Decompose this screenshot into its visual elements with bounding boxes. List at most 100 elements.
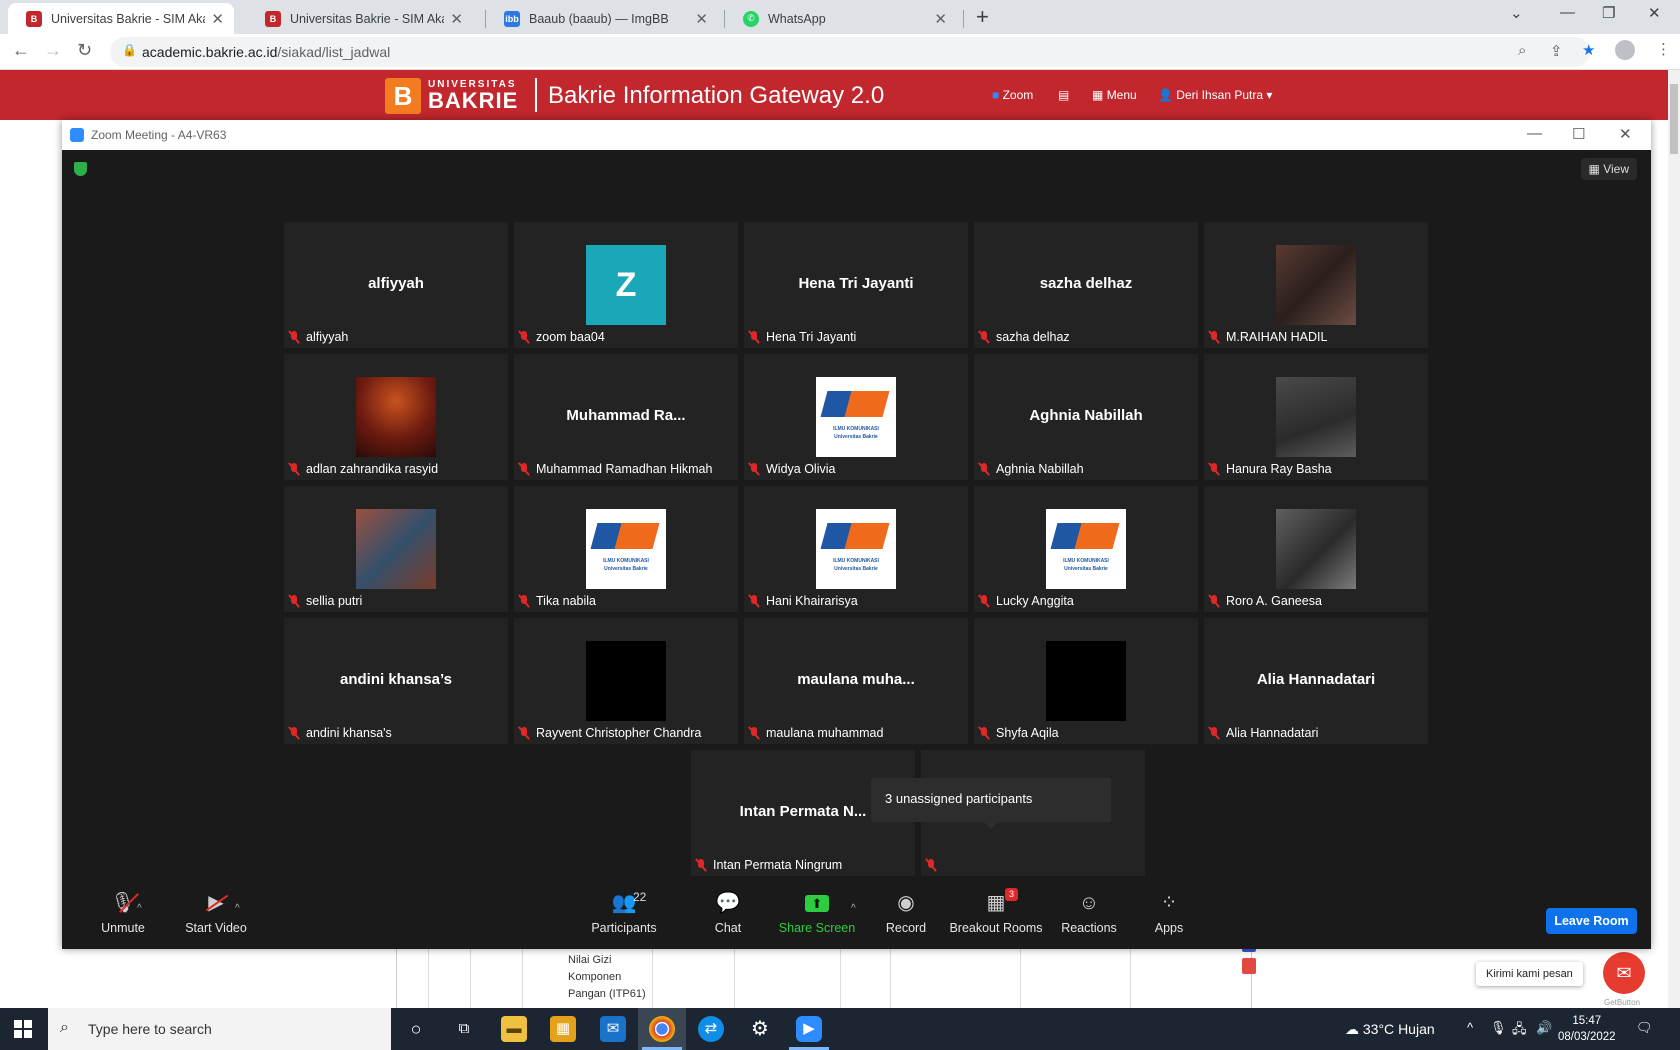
security-shield-icon[interactable] (74, 162, 87, 176)
chat-prompt-label[interactable]: Kirimi kami pesan (1476, 962, 1583, 986)
participant-tile[interactable]: Hanura Ray Basha (1204, 354, 1428, 480)
unmute-button[interactable]: 🎙 Unmute (78, 890, 168, 935)
system-clock[interactable]: 15:47 08/03/2022 (1558, 1013, 1616, 1045)
table-divider (1020, 948, 1021, 1008)
participant-tile[interactable]: alfiyyah alfiyyah (284, 222, 508, 348)
chat-button[interactable]: 💬 Chat (683, 890, 773, 935)
settings-gear-icon[interactable]: ⚙ (747, 1016, 773, 1042)
participant-tile[interactable]: Hena Tri Jayanti Hena Tri Jayanti (744, 222, 968, 348)
view-button[interactable]: ▦ View (1580, 158, 1637, 180)
participants-button[interactable]: 👥 22 Participants (579, 890, 669, 935)
apps-button[interactable]: ⁘ Apps (1124, 890, 1214, 935)
lock-icon[interactable]: 🔒 (122, 43, 137, 57)
bakrie-logo-icon: B (385, 78, 421, 114)
nav-zoom-link[interactable]: ■ Zoom (992, 88, 1033, 102)
url-text[interactable]: academic.bakrie.ac.id/siakad/list_jadwal (142, 44, 390, 60)
bookmark-star-icon[interactable]: ★ (1582, 41, 1595, 59)
logo-caption: ILMU KOMUNIKASI Universitas Bakrie (1063, 558, 1109, 572)
tray-chevron-icon[interactable]: ^ (1467, 1020, 1473, 1035)
participant-tile[interactable]: Shyfa Aqila (974, 618, 1198, 744)
delete-icon[interactable] (1242, 958, 1256, 974)
network-icon[interactable]: 🖧 (1512, 1020, 1527, 1042)
new-tab-icon[interactable]: + (976, 4, 989, 30)
participant-name-label: zoom baa04 (518, 328, 605, 346)
zoom-magnifier-icon[interactable]: ⌕ (1518, 42, 1526, 59)
document-icon[interactable]: ▤ (1058, 88, 1069, 102)
browser-tab-1[interactable]: B Universitas Bakrie - SIM Akadem ✕ (8, 3, 234, 34)
browser-tab-4[interactable]: ✆ WhatsApp ✕ (725, 3, 957, 34)
minimize-icon[interactable]: — (1560, 4, 1575, 21)
video-options-caret-icon[interactable]: ^ (235, 903, 240, 914)
participant-tile[interactable]: sazha delhaz sazha delhaz (974, 222, 1198, 348)
chrome-icon[interactable] (649, 1016, 675, 1042)
participant-tile[interactable]: ILMU KOMUNIKASI Universitas Bakrie Lucky … (974, 486, 1198, 612)
participant-tile[interactable]: Muhammad Ra... Muhammad Ramadhan Hikmah (514, 354, 738, 480)
close-tab-icon[interactable]: ✕ (450, 10, 463, 28)
record-button[interactable]: ◉ Record (861, 890, 951, 935)
participant-name-label: adlan zahrandika rasyid (288, 460, 438, 478)
restore-icon[interactable]: ❐ (1602, 4, 1615, 22)
participant-tile[interactable]: Roro A. Ganeesa (1204, 486, 1428, 612)
participant-tile[interactable]: Aghnia Nabillah Aghnia Nabillah (974, 354, 1198, 480)
nav-menu-link[interactable]: ▦ Menu (1092, 88, 1137, 102)
participant-tile[interactable]: sellia putri (284, 486, 508, 612)
reload-icon[interactable]: ↻ (77, 40, 92, 61)
volume-icon[interactable]: 🔊 (1536, 1020, 1552, 1036)
taskbar-search-input[interactable]: ⌕ Type here to search (48, 1008, 391, 1050)
participant-tile[interactable]: Zzoom baa04 (514, 222, 738, 348)
address-bar[interactable]: 🔒 academic.bakrie.ac.id/siakad/list_jadw… (110, 37, 1595, 67)
forward-icon[interactable]: → (44, 40, 62, 61)
participant-tile[interactable]: Alia Hannadatari Alia Hannadatari (1204, 618, 1428, 744)
participant-tile[interactable]: Rayvent Christopher Chandra (514, 618, 738, 744)
participant-photo-avatar (1276, 245, 1356, 325)
maximize-icon[interactable]: ☐ (1572, 125, 1585, 143)
close-tab-icon[interactable]: ✕ (695, 10, 708, 28)
start-video-button[interactable]: ▶ Start Video (171, 890, 261, 935)
leave-room-button[interactable]: Leave Room (1546, 908, 1637, 934)
teamviewer-icon[interactable]: ⇄ (698, 1016, 724, 1042)
page-scrollbar[interactable] (1668, 70, 1680, 1008)
windows-start-icon[interactable] (14, 1020, 32, 1038)
browser-tab-3[interactable]: ibb Baaub (baaub) — ImgBB ✕ (486, 3, 718, 34)
back-icon[interactable]: ← (12, 40, 30, 61)
profile-avatar-icon[interactable] (1615, 40, 1635, 60)
weather-widget[interactable]: ☁ 33°C Hujan (1345, 1021, 1435, 1038)
zoom-taskbar-icon[interactable]: ▶ (796, 1016, 822, 1042)
tab-search-icon[interactable]: ⌄ (1510, 4, 1523, 22)
mail-icon[interactable]: ✉ (600, 1016, 626, 1042)
participant-tile[interactable]: andini khansa’s andini khansa's (284, 618, 508, 744)
task-view-icon[interactable]: ⧉ (451, 1016, 477, 1042)
participant-tile[interactable]: maulana muha... maulana muhammad (744, 618, 968, 744)
participant-tile[interactable]: ILMU KOMUNIKASI Universitas Bakrie Tika n… (514, 486, 738, 612)
participant-tile[interactable]: ILMU KOMUNIKASI Universitas Bakrie Widya … (744, 354, 968, 480)
participant-name: sellia putri (306, 594, 363, 608)
participant-tile[interactable]: ILMU KOMUNIKASI Universitas Bakrie Hani K… (744, 486, 968, 612)
cortana-icon[interactable]: ○ (403, 1016, 429, 1042)
close-tab-icon[interactable]: ✕ (934, 10, 947, 28)
reactions-button[interactable]: ☺ Reactions (1044, 890, 1134, 935)
muted-mic-icon (1208, 594, 1220, 608)
microsoft-store-icon[interactable]: ▦ (550, 1016, 576, 1042)
audio-options-caret-icon[interactable]: ^ (137, 903, 142, 914)
participant-display-name: alfiyyah (368, 275, 424, 292)
close-icon[interactable]: ✕ (1619, 125, 1632, 143)
close-window-icon[interactable]: ✕ (1648, 4, 1661, 22)
share-options-caret-icon[interactable]: ^ (851, 903, 856, 914)
scrollbar-thumb[interactable] (1670, 84, 1678, 154)
close-tab-icon[interactable]: ✕ (211, 10, 224, 28)
browser-tab-2[interactable]: B Universitas Bakrie - SIM Akadem ✕ (247, 3, 473, 34)
participant-tile[interactable]: M.RAIHAN HADIL (1204, 222, 1428, 348)
more-menu-icon[interactable]: ⋮ (1656, 40, 1671, 58)
participant-tile[interactable]: adlan zahrandika rasyid (284, 354, 508, 480)
table-cell-course: Nilai Gizi Komponen Pangan (ITP61) (568, 954, 646, 1000)
share-screen-button[interactable]: ⬆ Share Screen (772, 890, 862, 935)
breakout-rooms-button[interactable]: ▦ 3 Breakout Rooms (940, 888, 1052, 935)
share-icon[interactable]: ⇪ (1550, 42, 1563, 60)
file-explorer-icon[interactable]: ▬ (501, 1016, 527, 1042)
tab-title: Universitas Bakrie - SIM Akadem (51, 11, 205, 26)
chat-widget-icon[interactable]: ✉ (1603, 952, 1645, 994)
microphone-icon[interactable]: 🎙 (1490, 1020, 1507, 1036)
nav-user-dropdown[interactable]: 👤 Deri Ihsan Putra ▾ (1158, 88, 1272, 102)
minimize-icon[interactable]: — (1527, 125, 1542, 142)
notification-icon[interactable]: 🗨 (1636, 1020, 1653, 1036)
